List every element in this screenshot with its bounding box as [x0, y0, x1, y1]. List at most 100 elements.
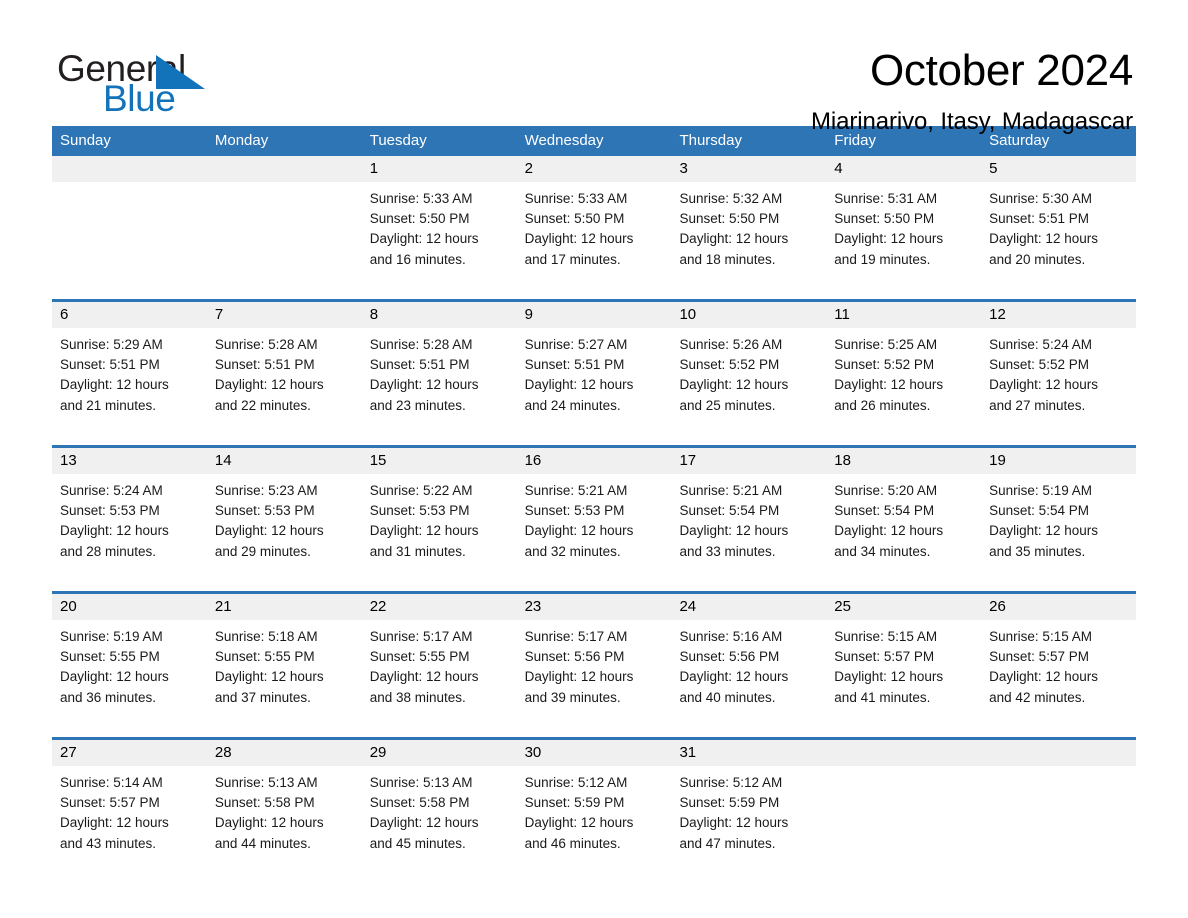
day-cell-details: Sunrise: 5:12 AM Sunset: 5:59 PM Dayligh… [679, 775, 789, 851]
day-cell-details: Sunrise: 5:23 AM Sunset: 5:53 PM Dayligh… [214, 483, 324, 559]
day-number[interactable]: 1 [362, 156, 517, 182]
day-cell-details: Sunrise: 5:31 AM Sunset: 5:50 PM Dayligh… [834, 191, 944, 267]
day-number[interactable]: 31 [671, 740, 826, 766]
page-title: October 2024 [869, 46, 1133, 95]
day-number[interactable]: 9 [517, 302, 672, 328]
weekday-header-thursday: Thursday [679, 132, 742, 149]
day-cell-details: Sunrise: 5:33 AM Sunset: 5:50 PM Dayligh… [369, 191, 479, 267]
week-spacer [52, 291, 1136, 299]
day-number[interactable]: 18 [826, 448, 981, 474]
day-number[interactable]: 4 [826, 156, 981, 182]
day-number[interactable]: 6 [52, 302, 207, 328]
day-cell-details: Sunrise: 5:25 AM Sunset: 5:52 PM Dayligh… [834, 337, 944, 413]
day-cell-details: Sunrise: 5:16 AM Sunset: 5:56 PM Dayligh… [679, 629, 789, 705]
day-cell-details: Sunrise: 5:32 AM Sunset: 5:50 PM Dayligh… [679, 191, 789, 267]
day-cell-empty [207, 182, 362, 291]
week-daynumber-band: 27 28 29 30 31 [52, 740, 1136, 766]
day-cell-empty [52, 182, 207, 291]
day-cell-details: Sunrise: 5:20 AM Sunset: 5:54 PM Dayligh… [834, 483, 944, 559]
week-detail-band: Sunrise: 5:14 AM Sunset: 5:57 PM Dayligh… [52, 766, 1136, 875]
day-number[interactable]: 25 [826, 594, 981, 620]
day-number[interactable]: 20 [52, 594, 207, 620]
week-detail-band: Sunrise: 5:29 AM Sunset: 5:51 PM Dayligh… [52, 328, 1136, 437]
day-cell-empty [981, 766, 1136, 875]
week-detail-band: Sunrise: 5:19 AM Sunset: 5:55 PM Dayligh… [52, 620, 1136, 729]
day-cell-details: Sunrise: 5:14 AM Sunset: 5:57 PM Dayligh… [60, 775, 169, 851]
week-spacer [52, 583, 1136, 591]
calendar-week-row: 6 7 8 9 10 11 12 Sunrise: 5:29 AM Sunset: 5:51 … [52, 299, 1136, 437]
day-cell-details: Sunrise: 5:17 AM Sunset: 5:56 PM Dayligh… [524, 629, 634, 705]
day-cell-details: Sunrise: 5:29 AM Sunset: 5:51 PM Dayligh… [60, 337, 169, 413]
day-number[interactable]: 29 [362, 740, 517, 766]
day-number[interactable]: 11 [826, 302, 981, 328]
day-number[interactable]: 10 [671, 302, 826, 328]
day-number[interactable]: 12 [981, 302, 1136, 328]
calendar-week-row: 1 2 3 4 5 Sunrise: 5:33 AM Sunset: 5:50 PM Da… [52, 156, 1136, 291]
day-cell-details: Sunrise: 5:27 AM Sunset: 5:51 PM Dayligh… [524, 337, 634, 413]
day-number[interactable]: 17 [671, 448, 826, 474]
day-cell-details: Sunrise: 5:21 AM Sunset: 5:53 PM Dayligh… [524, 483, 634, 559]
day-cell-details: Sunrise: 5:28 AM Sunset: 5:51 PM Dayligh… [214, 337, 324, 413]
day-cell-details: Sunrise: 5:24 AM Sunset: 5:52 PM Dayligh… [989, 337, 1098, 413]
day-number-empty [207, 156, 362, 182]
title-block: October 2024 Miarinarivo, Itasy, Madagas… [811, 46, 1133, 136]
day-number[interactable]: 8 [362, 302, 517, 328]
day-cell-details: Sunrise: 5:17 AM Sunset: 5:55 PM Dayligh… [369, 629, 479, 705]
week-daynumber-band: 20 21 22 23 24 25 26 [52, 594, 1136, 620]
day-cell-details: Sunrise: 5:30 AM Sunset: 5:51 PM Dayligh… [989, 191, 1098, 267]
day-number[interactable]: 23 [517, 594, 672, 620]
day-cell-details: Sunrise: 5:33 AM Sunset: 5:50 PM Dayligh… [524, 191, 634, 267]
day-cell-details: Sunrise: 5:24 AM Sunset: 5:53 PM Dayligh… [60, 483, 169, 559]
day-cell-details: Sunrise: 5:28 AM Sunset: 5:51 PM Dayligh… [369, 337, 479, 413]
logo-text-blue: Blue [103, 78, 176, 119]
page-header: General Blue October 2024 Miarinarivo, I… [0, 0, 1188, 135]
day-number-empty [52, 156, 207, 182]
day-number[interactable]: 16 [517, 448, 672, 474]
weekday-header-wednesday: Wednesday [524, 132, 604, 149]
day-cell-details: Sunrise: 5:13 AM Sunset: 5:58 PM Dayligh… [369, 775, 479, 851]
general-blue-logo: General Blue [57, 48, 247, 120]
day-number[interactable]: 19 [981, 448, 1136, 474]
day-number[interactable]: 14 [207, 448, 362, 474]
day-number[interactable]: 30 [517, 740, 672, 766]
week-spacer [52, 437, 1136, 445]
calendar-grid: Sunday Monday Tuesday Wednesday Thursday… [52, 126, 1136, 875]
calendar-week-row: 20 21 22 23 24 25 26 Sunrise: 5:19 AM Sunset: 5… [52, 591, 1136, 729]
weekday-header-sunday: Sunday [60, 132, 111, 149]
calendar-weeks: 1 2 3 4 5 Sunrise: 5:33 AM Sunset: 5:50 PM Da… [52, 156, 1136, 875]
day-cell-details: Sunrise: 5:26 AM Sunset: 5:52 PM Dayligh… [679, 337, 789, 413]
day-number[interactable]: 26 [981, 594, 1136, 620]
day-cell-details: Sunrise: 5:21 AM Sunset: 5:54 PM Dayligh… [679, 483, 789, 559]
day-number[interactable]: 3 [671, 156, 826, 182]
day-number[interactable]: 28 [207, 740, 362, 766]
week-daynumber-band: 6 7 8 9 10 11 12 [52, 302, 1136, 328]
day-cell-details: Sunrise: 5:19 AM Sunset: 5:55 PM Dayligh… [60, 629, 169, 705]
calendar-week-row: 13 14 15 16 17 18 19 Sunrise: 5:24 AM Sunset: 5… [52, 445, 1136, 583]
day-number[interactable]: 7 [207, 302, 362, 328]
week-daynumber-band: 13 14 15 16 17 18 19 [52, 448, 1136, 474]
day-number[interactable]: 5 [981, 156, 1136, 182]
day-cell-details: Sunrise: 5:18 AM Sunset: 5:55 PM Dayligh… [214, 629, 324, 705]
day-cell-empty [826, 766, 981, 875]
day-number[interactable]: 13 [52, 448, 207, 474]
week-detail-band: Sunrise: 5:33 AM Sunset: 5:50 PM Dayligh… [52, 182, 1136, 291]
day-number[interactable]: 15 [362, 448, 517, 474]
day-cell-details: Sunrise: 5:19 AM Sunset: 5:54 PM Dayligh… [989, 483, 1098, 559]
day-number-empty [826, 740, 981, 766]
calendar-week-row: 27 28 29 30 31 Sunrise: 5:14 AM Sunset: 5:57 … [52, 737, 1136, 875]
day-cell-details: Sunrise: 5:22 AM Sunset: 5:53 PM Dayligh… [369, 483, 479, 559]
day-number[interactable]: 22 [362, 594, 517, 620]
day-number[interactable]: 27 [52, 740, 207, 766]
weekday-header-saturday: Saturday [989, 132, 1050, 149]
day-number-empty [981, 740, 1136, 766]
day-number[interactable]: 2 [517, 156, 672, 182]
weekday-header-tuesday: Tuesday [369, 132, 427, 149]
weekday-header-friday: Friday [834, 132, 876, 149]
calendar-page: General Blue October 2024 Miarinarivo, I… [0, 0, 1188, 918]
day-cell-details: Sunrise: 5:12 AM Sunset: 5:59 PM Dayligh… [524, 775, 634, 851]
week-daynumber-band: 12345 [52, 156, 1136, 182]
week-detail-band: Sunrise: 5:24 AM Sunset: 5:53 PM Dayligh… [52, 474, 1136, 583]
day-number[interactable]: 24 [671, 594, 826, 620]
day-cell-details: Sunrise: 5:13 AM Sunset: 5:58 PM Dayligh… [214, 775, 324, 851]
day-number[interactable]: 21 [207, 594, 362, 620]
